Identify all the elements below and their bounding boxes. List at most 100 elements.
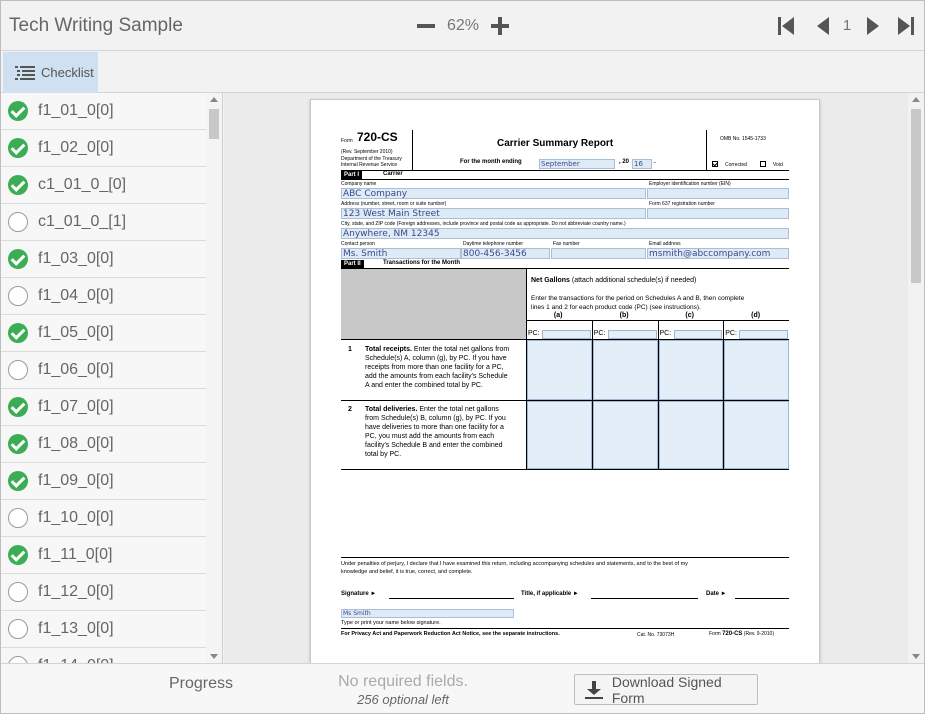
sidebar-scroll-thumb[interactable] xyxy=(209,109,219,139)
fax-field[interactable] xyxy=(551,248,646,259)
line2-text-6: total by PC. xyxy=(365,451,402,458)
checklist-item[interactable]: f1_14_0[0] xyxy=(1,648,206,663)
last-page-icon[interactable] xyxy=(897,16,917,36)
zoom-controls: 62% xyxy=(415,13,511,39)
checklist-item[interactable]: f1_13_0[0] xyxy=(1,611,206,648)
check-circle-icon xyxy=(8,138,28,158)
checklist-item[interactable]: f1_04_0[0] xyxy=(1,278,206,315)
product-code-field[interactable] xyxy=(542,330,591,339)
total-deliveries-cell[interactable] xyxy=(592,401,658,469)
doc-scroll-down-icon[interactable] xyxy=(912,654,920,659)
instructions-line2: lines 1 and 2 for each product code (PC)… xyxy=(531,304,701,311)
total-deliveries-cell[interactable] xyxy=(527,401,592,469)
check-circle-icon xyxy=(8,471,28,491)
void-label: Void xyxy=(773,162,783,168)
checklist-item[interactable]: f1_11_0[0] xyxy=(1,537,206,574)
part2-title: Transactions for the Month xyxy=(383,260,461,266)
part1-title: Carrier xyxy=(383,171,403,177)
year-field[interactable]: 16 xyxy=(632,159,652,169)
column-header: (d) xyxy=(751,312,761,319)
empty-circle-icon xyxy=(8,582,28,602)
product-code-field[interactable] xyxy=(607,330,657,339)
total-receipts-cell[interactable] xyxy=(527,340,592,400)
void-checkbox[interactable] xyxy=(760,161,766,167)
progress-label: Progress xyxy=(169,675,234,692)
scroll-down-icon[interactable] xyxy=(210,654,218,659)
omb-number: OMB No. 1545-1733 xyxy=(720,136,766,142)
checklist-item[interactable]: c1_01_0_[0] xyxy=(1,167,206,204)
company-name-label: Company name xyxy=(341,181,377,187)
corrected-checkbox[interactable] xyxy=(712,161,718,167)
total-deliveries-cell[interactable] xyxy=(724,401,789,469)
fax-label: Fax number xyxy=(553,241,580,247)
download-button-label: Download Signed Form xyxy=(611,673,722,706)
doc-scroll-up-icon[interactable] xyxy=(912,97,920,102)
month-field[interactable]: September xyxy=(539,159,615,169)
check-circle-icon xyxy=(8,175,28,195)
zoom-in-icon[interactable] xyxy=(489,15,511,37)
printed-name-field[interactable]: Ms Smith xyxy=(341,609,514,618)
title-line[interactable] xyxy=(591,598,698,599)
download-signed-form-button[interactable]: Download Signed Form xyxy=(574,673,758,706)
previous-page-icon[interactable] xyxy=(815,16,835,36)
checklist-tab[interactable]: Checklist xyxy=(3,52,98,93)
checklist-item[interactable]: f1_05_0[0] xyxy=(1,315,206,352)
company-name-field[interactable]: ABC Company xyxy=(341,188,646,199)
line2-text-3: have deliveries to more than one facilit… xyxy=(365,424,504,431)
checklist-item[interactable]: f1_03_0[0] xyxy=(1,241,206,278)
line1-number: 1 xyxy=(348,346,352,353)
line1-text-1: Total receipts. Enter the total net gall… xyxy=(365,346,510,353)
shaded-block xyxy=(341,269,526,339)
check-circle-icon xyxy=(8,101,28,121)
contact-field[interactable]: Ms. Smith xyxy=(341,248,461,259)
checklist-item[interactable]: f1_09_0[0] xyxy=(1,463,206,500)
tab-bar: Checklist xyxy=(1,52,924,93)
scroll-up-icon[interactable] xyxy=(210,97,218,102)
checklist-sidebar: f1_01_0[0] f1_02_0[0] c1_01_0_[0] c1_01_0_[… xyxy=(1,93,223,663)
total-receipts-cell[interactable] xyxy=(658,340,724,400)
zoom-level: 62% xyxy=(446,17,480,34)
privacy-notice: For Privacy Act and Paperwork Reduction … xyxy=(341,631,560,637)
checklist-item[interactable]: f1_02_0[0] xyxy=(1,130,206,167)
checklist-item[interactable]: f1_12_0[0] xyxy=(1,574,206,611)
checklist-item[interactable]: f1_06_0[0] xyxy=(1,352,206,389)
checklist-tab-label: Checklist xyxy=(41,65,94,80)
phone-field[interactable]: 800-456-3456 xyxy=(461,248,550,259)
checklist-item-label: f1_08_0[0] xyxy=(38,435,114,452)
product-code-label: PC: xyxy=(593,330,606,337)
document-scrollbar[interactable] xyxy=(908,93,924,663)
checklist-item[interactable]: c1_01_0_[1] xyxy=(1,204,206,241)
address-label: Address (number, street, room or suite n… xyxy=(341,201,447,207)
form637-field[interactable] xyxy=(647,208,789,219)
line1-text-2: Schedule(s) A, column (g), by PC. If you… xyxy=(365,355,507,362)
total-receipts-cell[interactable] xyxy=(592,340,658,400)
signature-line[interactable] xyxy=(389,598,514,599)
email-label: Email address xyxy=(649,241,681,247)
total-deliveries-cell[interactable] xyxy=(658,401,724,469)
date-line[interactable] xyxy=(735,598,789,599)
city-field[interactable]: Anywhere, NM 12345 xyxy=(341,228,789,239)
ein-field[interactable] xyxy=(647,188,789,199)
document-scroll-thumb[interactable] xyxy=(911,109,921,283)
zoom-out-icon[interactable] xyxy=(415,15,437,37)
first-page-icon[interactable] xyxy=(777,16,797,36)
checklist-item-label: f1_01_0[0] xyxy=(38,102,114,119)
total-receipts-cell[interactable] xyxy=(724,340,789,400)
contact-label: Contact person xyxy=(341,241,375,247)
email-field[interactable]: msmith@abccompany.com xyxy=(647,248,789,259)
required-fields-status: No required fields. xyxy=(338,673,468,690)
product-code-field[interactable] xyxy=(739,330,788,339)
corrected-label: Corrected xyxy=(725,162,747,168)
address-field[interactable]: 123 West Main Street xyxy=(341,208,646,219)
page-number: 1 xyxy=(842,17,852,34)
form-number: 720-CS xyxy=(357,130,398,144)
checklist-item[interactable]: f1_07_0[0] xyxy=(1,389,206,426)
next-page-icon[interactable] xyxy=(863,16,883,36)
checklist-item-label: f1_03_0[0] xyxy=(38,250,114,267)
part1-tag: Part I xyxy=(341,171,363,179)
sidebar-scrollbar[interactable] xyxy=(206,93,222,663)
checklist-item[interactable]: f1_01_0[0] xyxy=(1,93,206,130)
checklist-item[interactable]: f1_10_0[0] xyxy=(1,500,206,537)
product-code-field[interactable] xyxy=(673,330,723,339)
checklist-item[interactable]: f1_08_0[0] xyxy=(1,426,206,463)
